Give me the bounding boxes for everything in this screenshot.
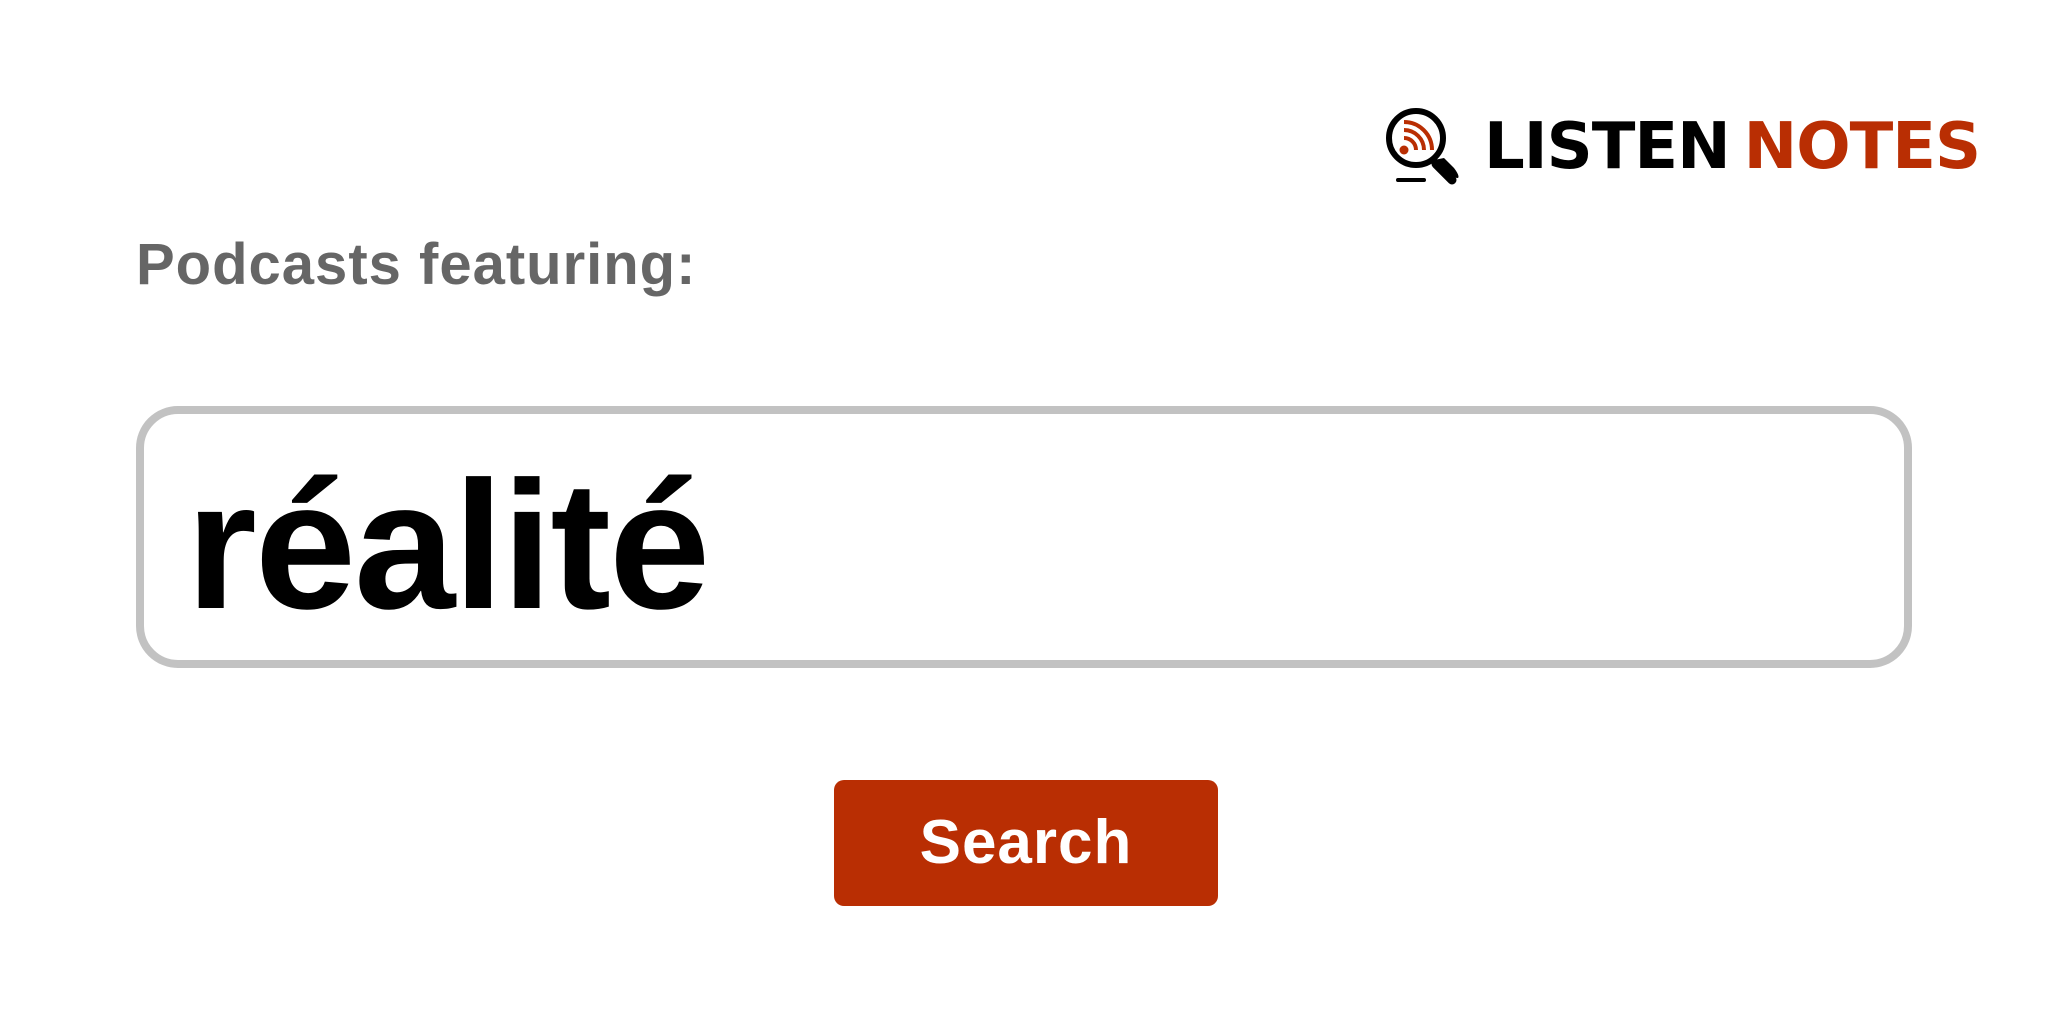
logo-word-notes: NOTES bbox=[1743, 110, 1981, 184]
search-input[interactable]: réalité bbox=[136, 406, 1912, 668]
search-button-label: Search bbox=[919, 808, 1133, 877]
logo-wordmark: LISTEN NOTES bbox=[1484, 110, 1981, 184]
page-heading: Podcasts featuring: bbox=[136, 232, 697, 297]
page: LISTEN NOTES Podcasts featuring: réalité… bbox=[0, 0, 2048, 1024]
logo-word-listen: LISTEN bbox=[1484, 110, 1731, 184]
search-input-value: réalité bbox=[186, 443, 710, 647]
listen-notes-logo[interactable]: LISTEN NOTES bbox=[1382, 106, 1981, 188]
search-button[interactable]: Search bbox=[834, 780, 1218, 906]
podcast-search-icon bbox=[1386, 108, 1459, 185]
